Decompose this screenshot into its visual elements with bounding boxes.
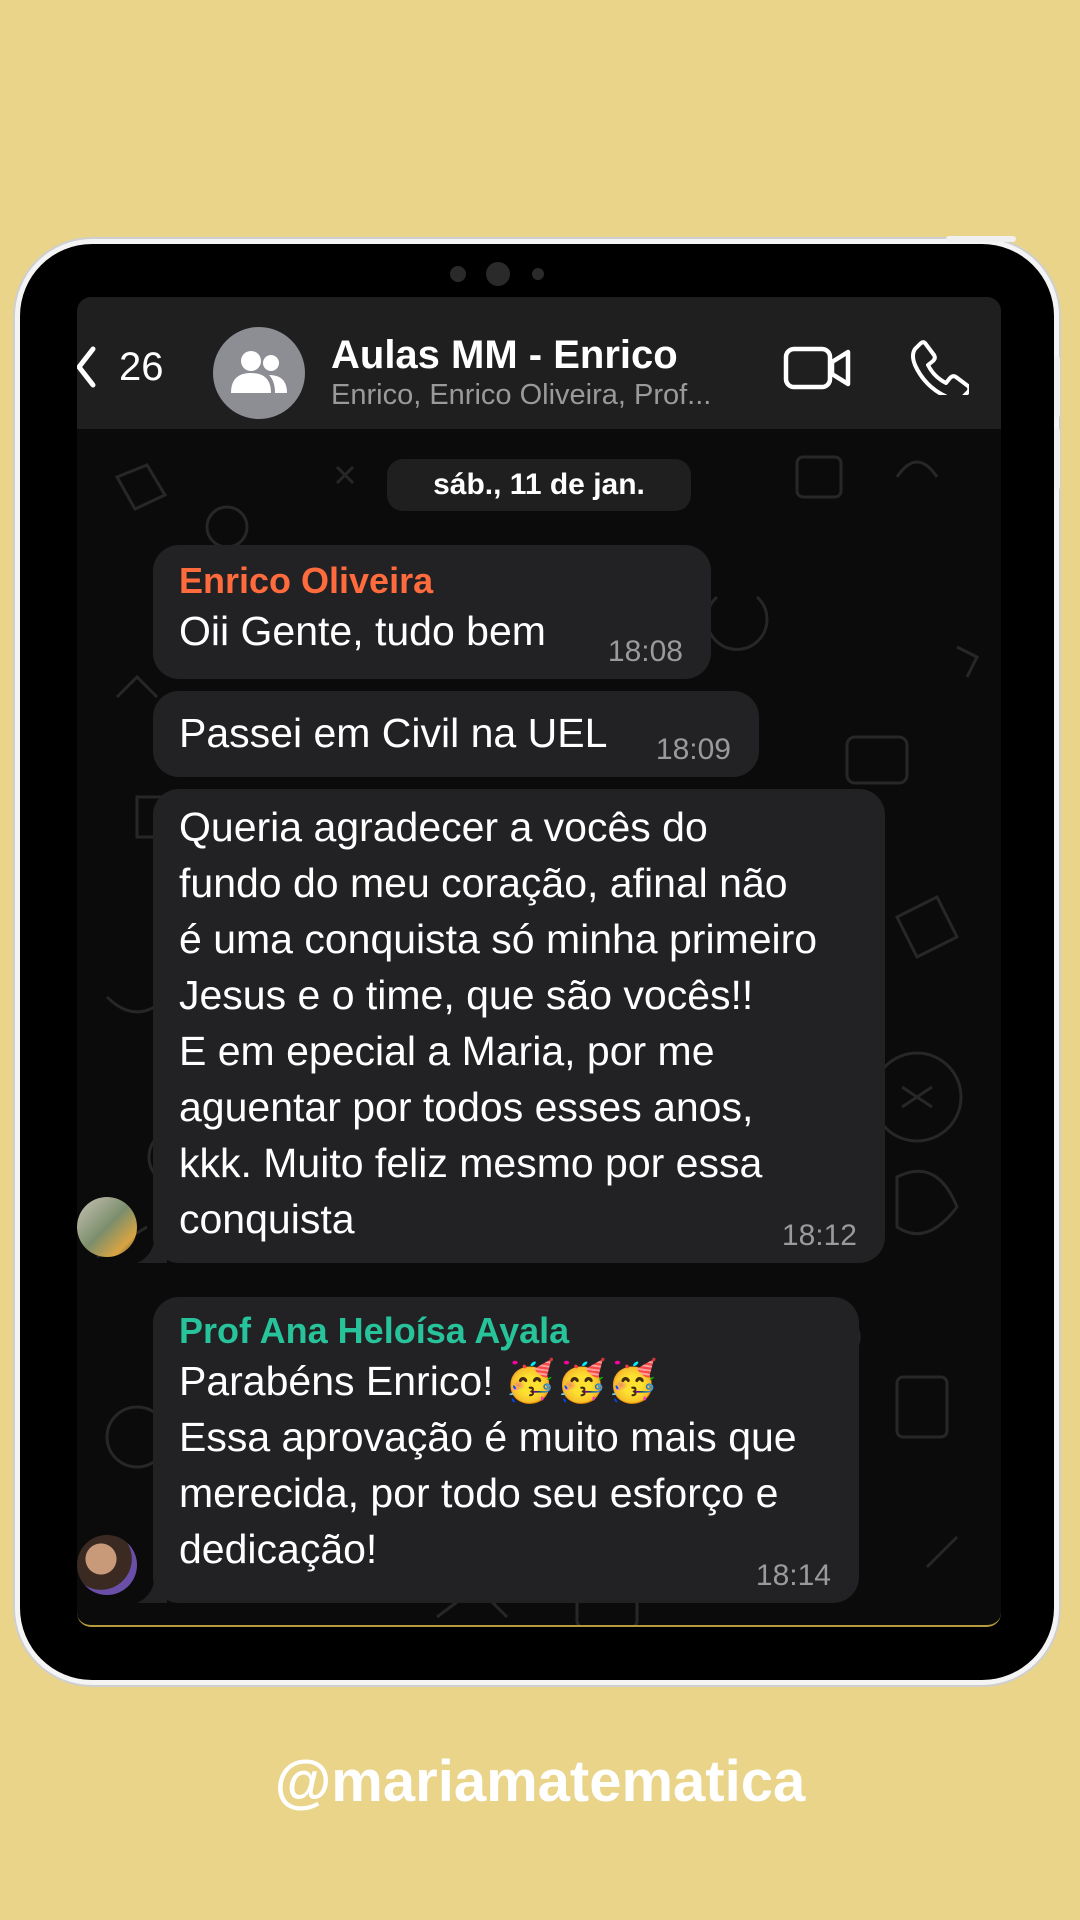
message-line: Jesus e o time, que são vocês!!	[179, 972, 754, 1018]
message-line: é uma conquista só minha primeiro	[179, 916, 818, 962]
chat-screen: 26 Aulas MM - Enrico Enrico, Enrico Oliv…	[77, 297, 1001, 1627]
tablet-side-button	[946, 236, 1016, 242]
sensor-dot	[450, 266, 466, 282]
tablet-volume-up	[1054, 356, 1060, 418]
message-line: kkk. Muito feliz mesmo por essa	[179, 1140, 763, 1186]
date-separator: sáb., 11 de jan.	[387, 459, 691, 511]
message-line: E em epecial a Maria, por me	[179, 1028, 715, 1074]
message-text: Oii Gente, tudo bem	[179, 608, 546, 654]
chat-header: 26 Aulas MM - Enrico Enrico, Enrico Oliv…	[77, 297, 1001, 429]
message-bubble[interactable]: Prof Ana Heloísa Ayala Parabéns Enrico! …	[153, 1297, 859, 1603]
chat-title[interactable]: Aulas MM - Enrico	[331, 333, 678, 378]
avatar[interactable]	[77, 1535, 137, 1595]
bubble-tail	[137, 1573, 167, 1603]
front-camera	[486, 262, 510, 286]
bubble-tail	[137, 1233, 167, 1263]
avatar[interactable]	[77, 1197, 137, 1257]
message-bubble[interactable]: Passei em Civil na UEL 18:09	[153, 691, 759, 777]
message-time: 18:08	[607, 635, 683, 668]
message-text: Passei em Civil na UEL	[179, 710, 608, 756]
video-call-icon[interactable]	[783, 345, 851, 391]
camera-bar	[446, 262, 546, 286]
message-bubble[interactable]: Enrico Oliveira Oii Gente, tudo bem 18:0…	[153, 545, 711, 679]
instagram-handle: @mariamatematica	[274, 1749, 806, 1814]
message-line: Queria agradecer a vocês do	[179, 804, 708, 850]
message-line: merecida, por todo seu esforço e	[179, 1470, 779, 1516]
message-time: 18:14	[755, 1559, 831, 1592]
sender-name: Enrico Oliveira	[179, 560, 434, 601]
chat-participants[interactable]: Enrico, Enrico Oliveira, Prof...	[331, 379, 751, 412]
message-line: Parabéns Enrico! 🥳🥳🥳	[179, 1358, 659, 1404]
message-line: fundo do meu coração, afinal não	[179, 860, 788, 906]
message-line: dedicação!	[179, 1526, 378, 1572]
message-line: Essa aprovação é muito mais que	[179, 1414, 797, 1460]
sender-name: Prof Ana Heloísa Ayala	[179, 1310, 570, 1351]
phone-icon[interactable]	[911, 339, 969, 395]
group-avatar-icon[interactable]	[213, 327, 305, 419]
back-unread-count[interactable]: 26	[119, 345, 164, 390]
back-chevron-icon[interactable]	[77, 345, 97, 389]
message-line: aguentar por todos esses anos,	[179, 1084, 754, 1130]
light-sensor	[532, 268, 544, 280]
message-time: 18:12	[781, 1219, 857, 1252]
message-line: conquista	[179, 1196, 355, 1242]
message-time: 18:09	[655, 733, 731, 766]
tablet-volume-down	[1054, 428, 1060, 490]
message-bubble[interactable]: Queria agradecer a vocês do fundo do meu…	[153, 789, 885, 1263]
